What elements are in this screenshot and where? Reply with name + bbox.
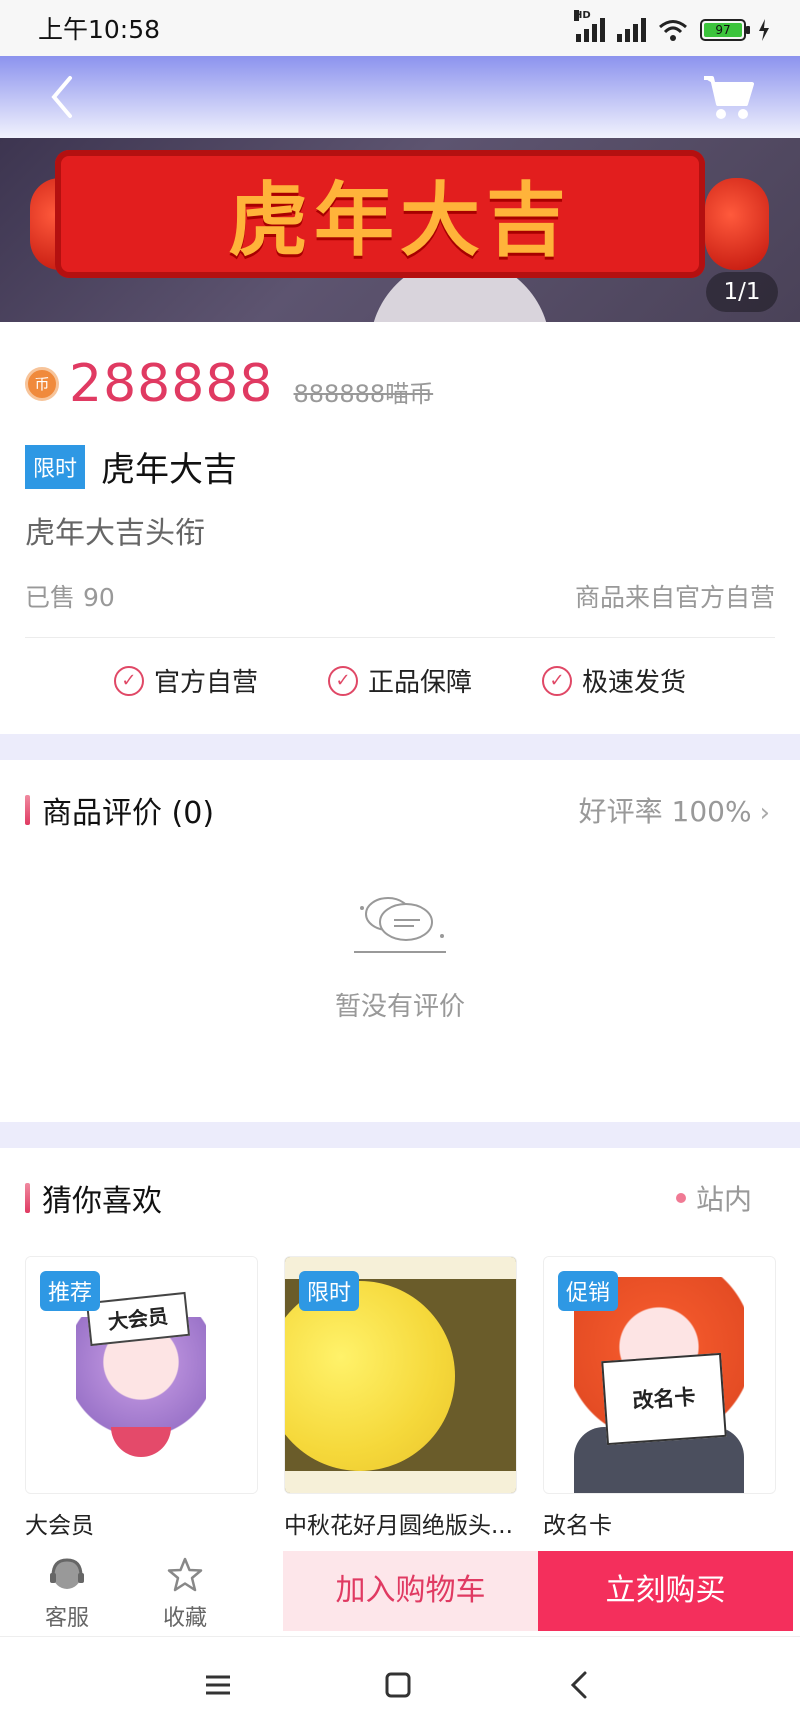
recommendation-item[interactable]: 改名卡 促销 改名卡	[543, 1256, 776, 1540]
recommendation-list: 大会员 推荐 大会员 限时 中秋花好月圆绝版头... 改名卡 促销 改名卡	[25, 1256, 776, 1540]
customer-service-label: 客服	[44, 1606, 89, 1631]
recommendations-header: 猜你喜欢	[25, 1176, 162, 1220]
recommendation-item[interactable]: 限时 中秋花好月圆绝版头...	[284, 1256, 517, 1540]
section-gap	[0, 1122, 800, 1148]
item-thumbnail: 改名卡 促销	[543, 1256, 776, 1494]
status-bar: 上午10:58 HD 97	[0, 0, 800, 56]
system-back-icon[interactable]	[560, 1665, 600, 1705]
section-marker	[25, 1183, 30, 1213]
scope-dot	[675, 1193, 686, 1203]
check-circle-icon: ✓	[327, 665, 358, 696]
title-row: 限时 虎年大吉	[25, 442, 237, 491]
coin-icon: 币	[25, 367, 59, 401]
item-thumbnail: 大会员 推荐	[25, 1256, 258, 1494]
add-to-cart-button[interactable]: 加入购物车	[283, 1551, 538, 1631]
item-badge: 推荐	[40, 1271, 101, 1311]
guarantee-item: ✓ 正品保障	[327, 662, 472, 699]
bottom-action-bar: 客服 收藏 加入购物车 立刻购买	[0, 1548, 800, 1636]
item-badge: 限时	[299, 1271, 360, 1311]
favorite-label: 收藏	[162, 1606, 207, 1631]
image-counter: 1/1	[706, 272, 778, 312]
battery-icon: 97	[700, 19, 750, 41]
price: 288888	[69, 354, 274, 414]
limited-tag: 限时	[25, 444, 86, 489]
price-row: 币 288888 888888喵币	[25, 354, 433, 414]
reviews-header: 商品评价 (0)	[25, 788, 214, 832]
guarantee-item: ✓ 官方自营	[113, 662, 258, 699]
top-header	[0, 56, 800, 138]
recommendations-title: 猜你喜欢	[42, 1184, 162, 1219]
customer-service-button[interactable]: 客服	[12, 1548, 122, 1636]
guarantee-item: ✓ 极速发货	[542, 662, 686, 699]
original-price: 888888喵币	[293, 379, 434, 408]
menu-icon[interactable]	[198, 1665, 238, 1705]
check-circle-icon: ✓	[542, 665, 572, 696]
star-icon	[167, 1557, 203, 1592]
divider	[25, 637, 775, 638]
chevron-right-icon: ›	[759, 798, 770, 828]
reviews-title: 商品评价 (0)	[42, 796, 215, 831]
section-gap	[0, 734, 800, 760]
positive-rate-link[interactable]: 好评率 100% ›	[579, 790, 770, 830]
status-time: 上午10:58	[38, 15, 161, 44]
banner-text: 虎年大吉	[228, 173, 572, 267]
favorite-button[interactable]: 收藏	[130, 1548, 240, 1636]
shopping-cart-icon[interactable]	[700, 70, 756, 124]
art-sign: 改名卡	[601, 1352, 727, 1446]
home-square-icon[interactable]	[378, 1665, 418, 1705]
check-circle-icon: ✓	[113, 665, 144, 696]
item-name: 改名卡	[543, 1513, 612, 1539]
item-name: 大会员	[25, 1513, 94, 1539]
signal-icon	[617, 18, 646, 42]
empty-reviews-text: 暂没有评价	[334, 992, 465, 1022]
wifi-icon	[659, 20, 687, 41]
item-name: 中秋花好月圆绝版头...	[284, 1513, 513, 1539]
buy-now-button[interactable]: 立刻购买	[538, 1551, 793, 1631]
charging-icon	[759, 19, 769, 41]
headset-icon	[50, 1558, 84, 1589]
product-image-carousel[interactable]: 虎年大吉 1/1	[0, 138, 800, 322]
product-subtitle: 虎年大吉头衔	[25, 516, 205, 551]
section-marker	[25, 795, 30, 825]
empty-comments-icon	[354, 897, 446, 953]
recommendations-section: 猜你喜欢 站内 大会员 推荐 大会员 限时 中秋花好月圆绝版头... 改名卡 促…	[0, 1148, 800, 1548]
recommendation-item[interactable]: 大会员 推荐 大会员	[25, 1256, 258, 1540]
back-icon[interactable]	[40, 70, 90, 124]
system-icons: HD 97	[574, 10, 770, 42]
guarantee-list: ✓ 官方自营 ✓ 正品保障 ✓ 极速发货	[0, 662, 800, 699]
hd-signal-icon: HD	[574, 10, 605, 42]
system-navigation-bar	[0, 1636, 800, 1733]
sold-count: 已售 90	[25, 583, 115, 612]
product-info: 币 288888 888888喵币 限时 虎年大吉 虎年大吉头衔 已售 90 商…	[0, 322, 800, 734]
product-source: 商品来自官方自营	[574, 583, 775, 612]
product-title: 虎年大吉	[101, 450, 238, 490]
item-thumbnail: 限时	[284, 1256, 517, 1494]
scope-filter[interactable]: 站内	[675, 1178, 752, 1218]
reviews-section: 商品评价 (0) 好评率 100% › 暂没有评价	[0, 760, 800, 1122]
item-badge: 促销	[558, 1271, 619, 1311]
